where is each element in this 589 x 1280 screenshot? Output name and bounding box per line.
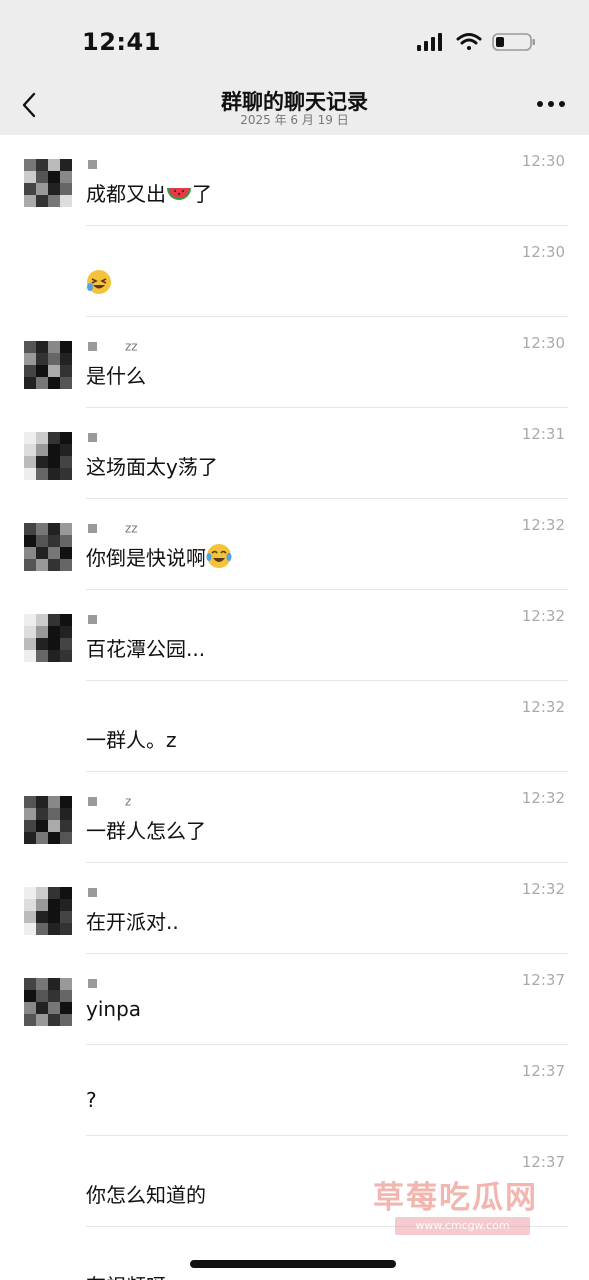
redacted-name-block	[88, 524, 97, 533]
message-row[interactable]: 12:30	[0, 226, 589, 317]
message-row[interactable]: 12:30 成都又出 了	[0, 135, 589, 226]
sender-name: zz	[88, 521, 138, 536]
message-text-content: ?	[86, 1088, 97, 1112]
watermelon-icon	[167, 188, 191, 200]
avatar[interactable]	[24, 796, 72, 844]
avatar[interactable]	[24, 159, 72, 207]
laughing-face-icon	[87, 270, 111, 294]
message-text-tail: 了	[192, 182, 212, 206]
message-row[interactable]: zz 12:32 你倒是快说啊	[0, 499, 589, 590]
message-time: 12:37	[521, 1062, 565, 1080]
ellipsis-icon	[537, 101, 565, 107]
avatar[interactable]	[24, 432, 72, 480]
message-text: 这场面太y荡了	[86, 451, 218, 480]
message-row[interactable]: 12:32 在开派对..	[0, 863, 589, 954]
cellular-signal-icon	[417, 33, 442, 51]
avatar[interactable]	[24, 341, 72, 389]
message-text-content: 有视频呀	[86, 1274, 166, 1280]
message-time: 12:37	[521, 1153, 565, 1171]
more-options-button[interactable]	[535, 94, 567, 114]
message-text: 百花潭公园...	[86, 633, 205, 662]
message-list[interactable]: 12:30 成都又出 了 12:30 zz 12:30 是什么 12:31 这场面太y荡了 zz 1…	[0, 135, 589, 1280]
message-row[interactable]: 12:37 yinpa	[0, 954, 589, 1045]
message-time: 12:31	[521, 425, 565, 443]
message-text-content: 一群人。z	[86, 728, 177, 752]
message-text: 有视频呀	[86, 1270, 166, 1280]
redacted-name-block	[88, 342, 97, 351]
message-text-content: 一群人怎么了	[86, 819, 206, 843]
sender-name-suffix: zz	[125, 521, 138, 536]
message-text-content: 是什么	[86, 364, 146, 388]
home-indicator[interactable]	[190, 1260, 396, 1268]
message-text-content: 成都又出	[86, 182, 166, 206]
redacted-name-block	[88, 797, 97, 806]
message-time: 12:32	[521, 607, 565, 625]
status-icons	[416, 31, 536, 55]
message-text: 你怎么知道的	[86, 1179, 206, 1208]
avatar[interactable]	[24, 887, 72, 935]
wifi-icon	[456, 33, 482, 50]
sender-name-suffix: z	[125, 794, 132, 809]
message-text	[86, 269, 112, 296]
watermark-text: 草莓吃瓜网	[373, 1180, 538, 1216]
message-text-content: 百花潭公园...	[86, 637, 206, 661]
message-text: 你倒是快说啊	[86, 542, 232, 571]
message-time: 12:30	[521, 334, 565, 352]
sender-name	[88, 612, 125, 626]
status-bar: 12:41	[0, 0, 589, 80]
message-row[interactable]: 12:37?	[0, 1045, 589, 1136]
avatar[interactable]	[24, 978, 72, 1026]
redacted-name-block	[88, 160, 97, 169]
message-time: 12:32	[521, 789, 565, 807]
redacted-name-block	[88, 433, 97, 442]
battery-icon	[492, 33, 535, 51]
message-text: 成都又出 了	[86, 178, 212, 207]
message-row[interactable]: 12:32 百花潭公园...	[0, 590, 589, 681]
message-time: 12:32	[521, 880, 565, 898]
message-text-content: yinpa	[86, 997, 142, 1021]
sender-name	[88, 157, 125, 171]
redacted-name-block	[88, 888, 97, 897]
redacted-name-block	[88, 979, 97, 988]
watermark-url: www.cmcgw.com	[395, 1217, 530, 1235]
sender-name: zz	[88, 339, 138, 354]
navigation-bar: 群聊的聊天记录 2025 年 6 月 19 日	[0, 80, 589, 135]
message-text: 是什么	[86, 360, 146, 389]
message-time: 12:30	[521, 243, 565, 261]
message-time: 12:37	[521, 971, 565, 989]
redacted-name-block	[88, 615, 97, 624]
message-row[interactable]: 12:31 这场面太y荡了	[0, 408, 589, 499]
message-row[interactable]: zz 12:30 是什么	[0, 317, 589, 408]
message-time: 12:32	[521, 516, 565, 534]
message-row[interactable]: z 12:32 一群人怎么了	[0, 772, 589, 863]
message-text: ?	[86, 1088, 97, 1112]
sender-name: z	[88, 794, 132, 809]
avatar[interactable]	[24, 614, 72, 662]
message-time: 12:30	[521, 152, 565, 170]
message-text-content: 你怎么知道的	[86, 1183, 206, 1207]
message-text: yinpa	[86, 997, 141, 1021]
message-text-content: 这场面太y荡了	[86, 455, 218, 479]
chat-history-screen: 12:41 群聊的聊天记录 2025 年 6 月 19 日 12:30 成都又出…	[0, 0, 589, 1280]
sender-name-suffix: zz	[125, 339, 138, 354]
message-text: 一群人。z	[86, 724, 177, 753]
message-time: 12:32	[521, 698, 565, 716]
message-text: 一群人怎么了	[86, 815, 206, 844]
message-text: 在开派对..	[86, 906, 179, 935]
tears-of-joy-icon	[206, 544, 232, 568]
message-row[interactable]: 12:32 一群人。z	[0, 681, 589, 772]
page-subtitle-date: 2025 年 6 月 19 日	[240, 113, 349, 127]
message-text-content: 在开派对..	[86, 910, 179, 934]
sender-name	[88, 430, 125, 444]
sender-name	[88, 976, 125, 990]
sender-name	[88, 885, 125, 899]
status-time: 12:41	[82, 28, 161, 56]
avatar[interactable]	[24, 523, 72, 571]
message-text-content: 你倒是快说啊	[86, 546, 206, 570]
